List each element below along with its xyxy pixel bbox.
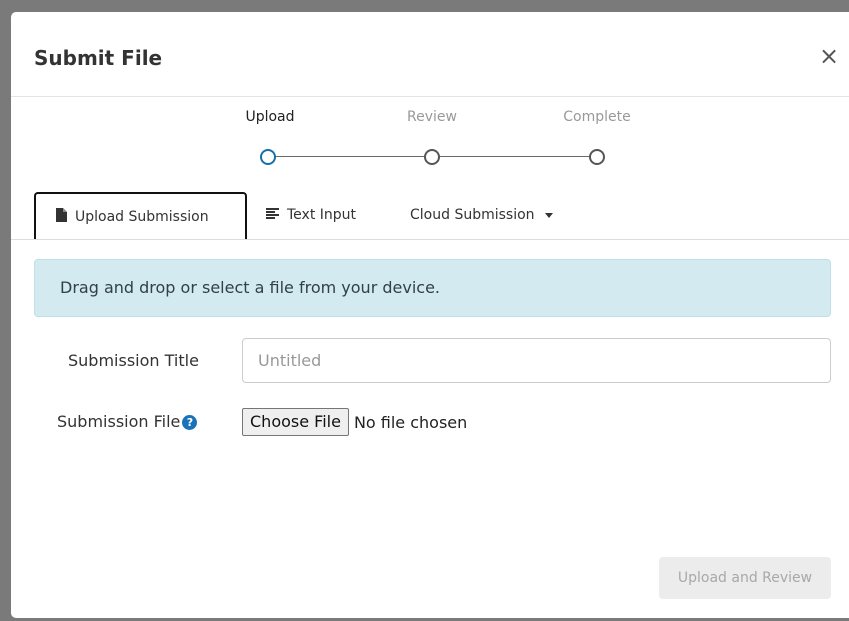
tab-cloud-submission[interactable]: Cloud Submission bbox=[410, 192, 553, 238]
step-dot-upload bbox=[260, 149, 276, 165]
step-connector bbox=[275, 156, 425, 157]
drop-zone-alert[interactable]: Drag and drop or select a file from your… bbox=[34, 259, 831, 317]
no-file-text: No file chosen bbox=[353, 412, 468, 432]
modal-header: Submit File × bbox=[11, 12, 849, 97]
step-connector bbox=[439, 156, 590, 157]
submission-file-label: Submission File bbox=[57, 412, 181, 431]
tab-upload-submission[interactable]: Upload Submission bbox=[34, 192, 247, 239]
submit-file-modal: Submit File × Upload Review Complete Upl… bbox=[11, 12, 849, 618]
tab-label: Text Input bbox=[287, 207, 357, 223]
tab-label: Upload Submission bbox=[75, 208, 209, 225]
choose-file-button[interactable]: Choose File bbox=[242, 408, 349, 436]
file-icon bbox=[56, 207, 67, 226]
tab-text-input[interactable]: Text Input bbox=[266, 192, 356, 238]
submission-title-label: Submission Title bbox=[68, 351, 199, 370]
close-button[interactable]: × bbox=[817, 42, 841, 70]
file-picker: Choose File No file chosen bbox=[242, 408, 467, 436]
submission-tabs: Upload Submission Text Input Cloud Submi… bbox=[11, 192, 849, 240]
help-icon[interactable]: ? bbox=[182, 415, 198, 430]
step-label-complete: Complete bbox=[563, 109, 631, 125]
submission-title-input[interactable] bbox=[242, 338, 831, 383]
tab-label: Cloud Submission bbox=[410, 207, 535, 223]
upload-and-review-button[interactable]: Upload and Review bbox=[659, 557, 831, 599]
text-lines-icon bbox=[266, 207, 279, 223]
step-label-review: Review bbox=[407, 109, 457, 125]
step-dot-review bbox=[424, 149, 440, 165]
caret-down-icon bbox=[544, 212, 553, 218]
submission-file-label-group: Submission File? bbox=[57, 412, 198, 431]
step-dot-complete bbox=[589, 149, 605, 165]
step-label-upload: Upload bbox=[245, 109, 295, 125]
modal-title: Submit File bbox=[34, 46, 163, 70]
